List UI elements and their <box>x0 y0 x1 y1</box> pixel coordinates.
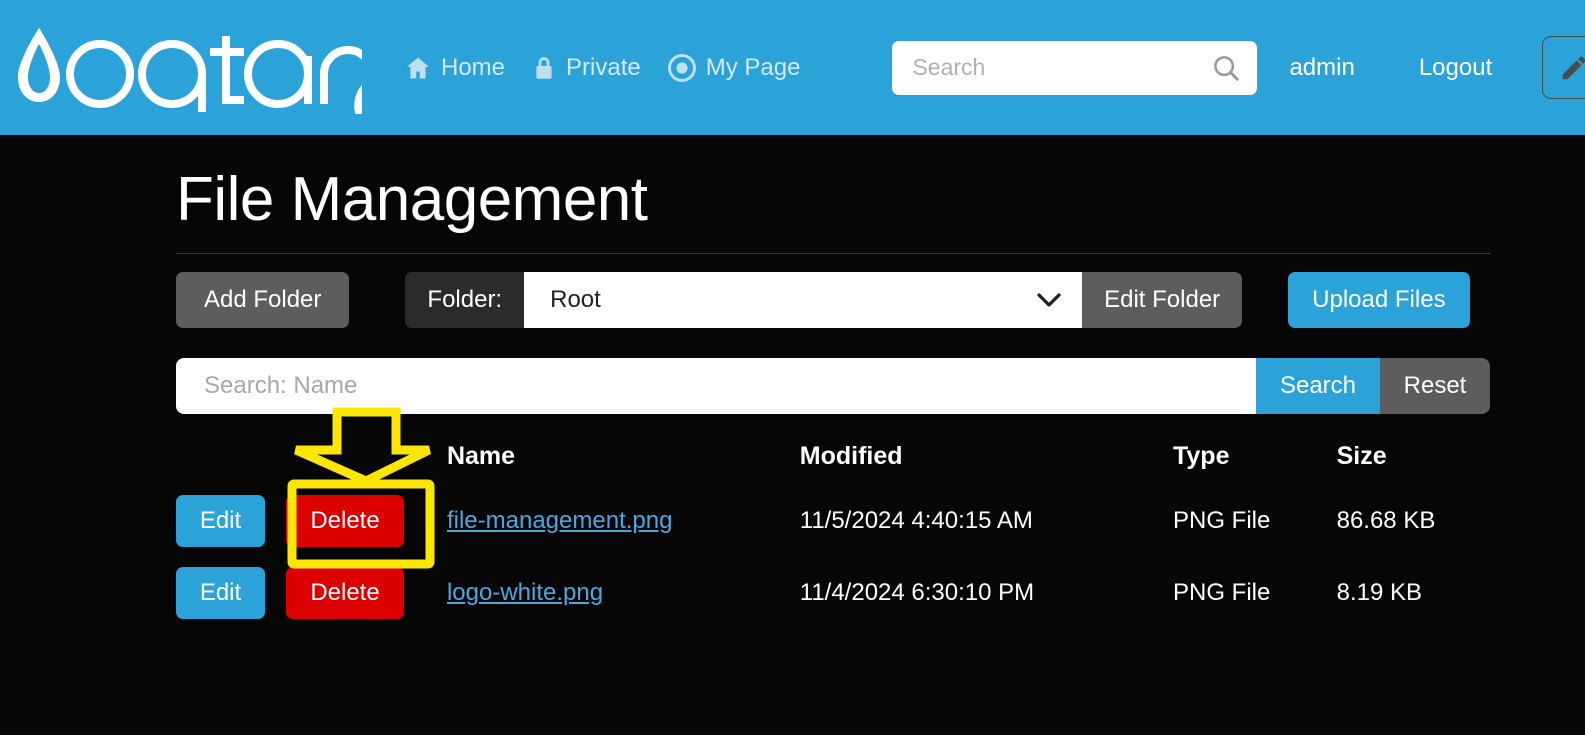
file-size-cell: 8.19 KB <box>1336 579 1422 606</box>
file-name-cell: logo-white.png <box>447 557 800 629</box>
nav-item-home[interactable]: Home <box>404 54 505 82</box>
folder-selector-group: Folder: Root Edit Folder <box>405 272 1243 328</box>
column-header-size: Size <box>1336 442 1387 470</box>
folder-label: Folder: <box>405 272 525 328</box>
page-body: File Management Add Folder Folder: Root <box>0 135 1585 629</box>
header-search[interactable] <box>892 40 1258 95</box>
search-input[interactable] <box>912 54 1212 81</box>
row-actions-cell: Edit Delete <box>176 485 447 557</box>
table-row: Edit Delete logo-white.png 11/4/2024 6:3… <box>176 557 1490 629</box>
nav-label-private: Private <box>566 53 641 81</box>
header-user-area: admin Logout <box>1257 36 1585 99</box>
table-row: Edit Delete file-management.png 11/5/202… <box>176 485 1490 557</box>
page-title: File Management <box>176 165 648 234</box>
edit-folder-button[interactable]: Edit Folder <box>1082 272 1243 328</box>
user-account-link[interactable]: admin <box>1257 54 1386 82</box>
file-modified-cell: 11/4/2024 6:30:10 PM <box>799 579 1035 606</box>
file-name-cell: file-management.png <box>447 485 800 557</box>
folder-select-value: Root <box>550 286 601 313</box>
edit-button-row-2[interactable]: Edit <box>176 567 265 619</box>
file-type-cell: PNG File <box>1172 507 1271 534</box>
content-container: File Management Add Folder Folder: Root <box>176 135 1490 629</box>
edit-button-row-1[interactable]: Edit <box>176 495 265 547</box>
pencil-icon <box>1559 53 1585 83</box>
nav-item-my-page[interactable]: My Page <box>667 53 801 83</box>
file-search-input[interactable] <box>176 358 1256 414</box>
column-header-modified: Modified <box>799 442 903 470</box>
folder-select[interactable]: Root <box>524 272 1083 328</box>
oqtane-logo-icon <box>18 27 362 114</box>
file-link-row-1[interactable]: file-management.png <box>447 507 672 534</box>
file-size-cell: 86.68 KB <box>1336 507 1436 534</box>
add-folder-button[interactable]: Add Folder <box>176 272 350 328</box>
column-header-type: Type <box>1172 442 1230 470</box>
file-link-row-2[interactable]: logo-white.png <box>447 579 603 606</box>
nav-item-private[interactable]: Private <box>531 54 641 82</box>
title-divider <box>176 253 1490 254</box>
upload-files-button[interactable]: Upload Files <box>1288 272 1470 328</box>
file-type-cell: PNG File <box>1172 579 1271 606</box>
delete-button-row-1[interactable]: Delete <box>286 495 404 547</box>
column-header-actions <box>176 428 447 485</box>
file-modified-cell: 11/5/2024 4:40:15 AM <box>799 507 1033 534</box>
column-header-name: Name <box>446 442 516 470</box>
delete-button-row-2[interactable]: Delete <box>286 567 404 619</box>
file-reset-button[interactable]: Reset <box>1380 358 1490 414</box>
app-window: Home Private My Page Search admin Logout… <box>0 0 1585 735</box>
target-icon <box>667 53 697 83</box>
lock-icon <box>531 54 557 82</box>
file-toolbar: Add Folder Folder: Root Edit Folder Uplo… <box>176 272 1490 328</box>
row-actions-cell: Edit Delete <box>176 557 447 629</box>
nav-label-my-page: My Page <box>705 53 801 81</box>
search-icon[interactable] <box>1211 53 1241 83</box>
file-table: Name Modified Type Size Edit Delete file… <box>176 428 1490 629</box>
logout-link[interactable]: Logout <box>1387 54 1524 82</box>
chevron-down-icon[interactable] <box>1034 290 1064 310</box>
site-header: Home Private My Page Search admin Logout <box>0 0 1585 135</box>
main-navigation: Home Private My Page <box>404 53 800 83</box>
file-search-button[interactable]: Search <box>1256 358 1380 414</box>
brand-logo[interactable] <box>12 18 362 118</box>
home-icon <box>404 54 432 82</box>
nav-label-home: Home <box>441 53 506 81</box>
file-filter-bar: Search Reset <box>176 358 1490 414</box>
table-header-row: Name Modified Type Size <box>176 428 1490 485</box>
edit-mode-toggle-button[interactable] <box>1542 36 1585 99</box>
